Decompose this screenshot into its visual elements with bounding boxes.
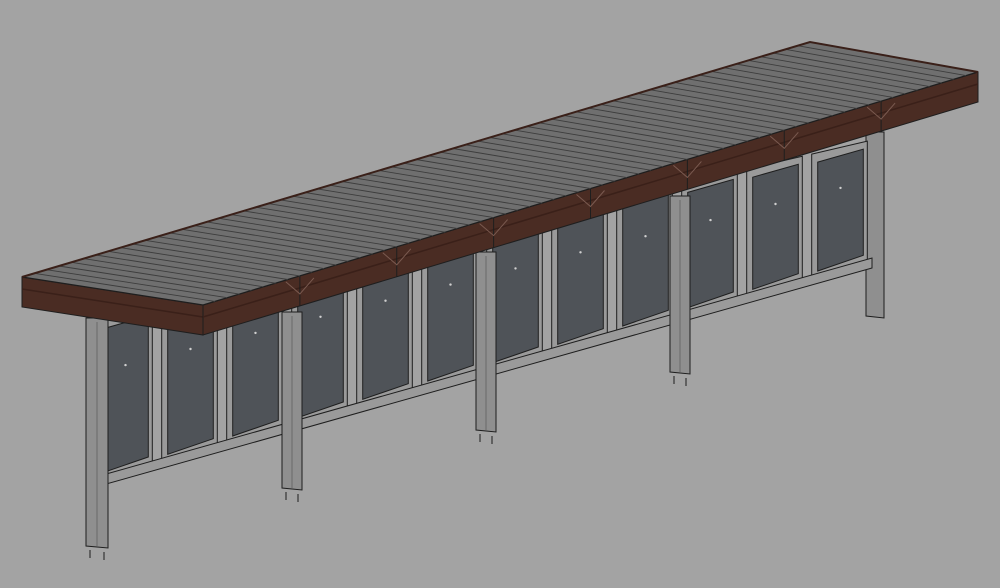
- post-back-right: [865, 131, 885, 319]
- glass-panel: [557, 209, 604, 345]
- glass-panel: [752, 163, 799, 290]
- panel-marker: [579, 251, 582, 254]
- panel-marker: [449, 283, 452, 286]
- 3d-viewport[interactable]: [0, 0, 1000, 588]
- panel-marker: [514, 267, 517, 270]
- panel-marker: [254, 331, 257, 335]
- panel-marker: [124, 363, 127, 367]
- panel-marker: [774, 202, 777, 206]
- glass-panel: [817, 148, 864, 272]
- panel-marker: [644, 235, 647, 238]
- panel-marker: [319, 315, 322, 318]
- glass-panel: [102, 315, 149, 474]
- glass-panel: [687, 178, 734, 309]
- panel-marker: [839, 186, 842, 190]
- panel-marker: [384, 299, 387, 302]
- bus-shelter-model: [21, 40, 979, 560]
- back-right-post: [865, 131, 885, 319]
- glass-panel: [622, 193, 669, 327]
- panel-marker: [709, 218, 712, 222]
- panel-marker: [189, 347, 192, 351]
